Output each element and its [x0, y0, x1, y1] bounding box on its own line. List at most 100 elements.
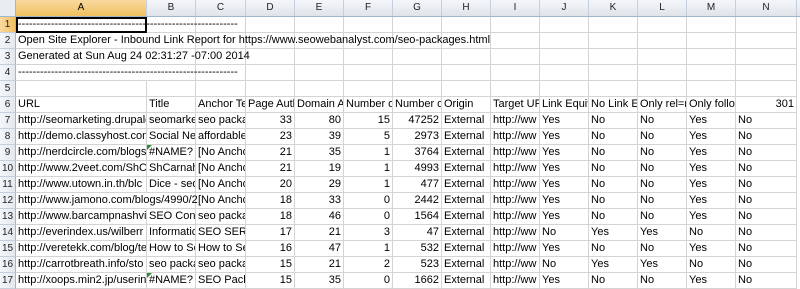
- column-header-d[interactable]: D: [246, 0, 295, 16]
- table-cell[interactable]: No: [638, 177, 687, 193]
- table-cell[interactable]: No: [736, 241, 797, 257]
- row-header[interactable]: 13: [0, 209, 16, 225]
- table-cell[interactable]: [442, 65, 491, 81]
- table-cell[interactable]: External: [442, 209, 491, 225]
- table-cell[interactable]: 4993: [393, 161, 442, 177]
- table-cell[interactable]: [589, 81, 638, 97]
- table-cell[interactable]: 523: [393, 257, 442, 273]
- table-cell[interactable]: 21: [295, 225, 344, 241]
- table-cell[interactable]: Open Site Explorer - Inbound Link Report…: [16, 33, 490, 49]
- table-cell[interactable]: [540, 81, 589, 97]
- table-cell[interactable]: No: [638, 161, 687, 177]
- table-cell[interactable]: Yes: [638, 257, 687, 273]
- row-header[interactable]: 1: [0, 17, 16, 33]
- table-cell[interactable]: 2: [344, 257, 393, 273]
- table-cell[interactable]: External: [442, 161, 491, 177]
- table-cell[interactable]: 532: [393, 241, 442, 257]
- table-cell[interactable]: [No Ancho: [196, 177, 246, 193]
- row-header[interactable]: 12: [0, 193, 16, 209]
- table-cell[interactable]: [540, 65, 589, 81]
- table-cell[interactable]: External: [442, 241, 491, 257]
- table-cell[interactable]: [638, 17, 687, 33]
- table-cell[interactable]: [393, 49, 442, 65]
- table-cell[interactable]: #NAME?: [147, 145, 196, 161]
- table-cell[interactable]: http://veretekk.com/blog/te: [16, 241, 147, 257]
- table-cell[interactable]: http://ww: [491, 193, 540, 209]
- table-cell[interactable]: No: [638, 113, 687, 129]
- column-header-h[interactable]: H: [442, 0, 491, 16]
- column-header-b[interactable]: B: [147, 0, 196, 16]
- table-cell[interactable]: No: [589, 273, 638, 289]
- table-cell[interactable]: 1564: [393, 209, 442, 225]
- table-cell[interactable]: No: [736, 193, 797, 209]
- table-cell[interactable]: Yes: [687, 113, 736, 129]
- table-cell[interactable]: No: [638, 241, 687, 257]
- row-header[interactable]: 8: [0, 129, 16, 145]
- table-cell[interactable]: 1: [344, 177, 393, 193]
- table-cell[interactable]: http://ww: [491, 209, 540, 225]
- table-cell[interactable]: [16, 81, 147, 97]
- table-cell[interactable]: No: [736, 257, 797, 273]
- table-cell[interactable]: [344, 81, 393, 97]
- row-header[interactable]: 9: [0, 145, 16, 161]
- select-all-corner[interactable]: [0, 0, 16, 16]
- table-cell[interactable]: 0: [344, 193, 393, 209]
- table-cell[interactable]: No: [589, 129, 638, 145]
- table-cell[interactable]: SEO SERVI: [196, 225, 246, 241]
- column-header-j[interactable]: J: [540, 0, 589, 16]
- table-cell[interactable]: No: [736, 145, 797, 161]
- table-cell[interactable]: Yes: [540, 113, 589, 129]
- table-cell[interactable]: http://www.utown.in.th/blc: [16, 177, 147, 193]
- table-cell[interactable]: [246, 49, 295, 65]
- table-cell[interactable]: 17: [246, 225, 295, 241]
- table-cell[interactable]: External: [442, 113, 491, 129]
- table-cell[interactable]: 301: [736, 97, 797, 113]
- table-cell[interactable]: Yes: [540, 145, 589, 161]
- table-cell[interactable]: 477: [393, 177, 442, 193]
- table-cell[interactable]: ----------------------------------------…: [16, 65, 238, 81]
- table-cell[interactable]: [736, 17, 797, 33]
- table-cell[interactable]: 35: [295, 273, 344, 289]
- table-cell[interactable]: External: [442, 177, 491, 193]
- table-cell[interactable]: Yes: [687, 241, 736, 257]
- table-cell[interactable]: [295, 49, 344, 65]
- table-cell[interactable]: [687, 81, 736, 97]
- table-cell[interactable]: [344, 65, 393, 81]
- column-header-n[interactable]: N: [736, 0, 797, 16]
- table-cell[interactable]: No: [589, 113, 638, 129]
- column-header-k[interactable]: K: [589, 0, 638, 16]
- table-cell[interactable]: Yes: [687, 145, 736, 161]
- row-header[interactable]: 4: [0, 65, 16, 81]
- column-header-a[interactable]: A: [16, 0, 147, 16]
- row-header[interactable]: 6: [0, 97, 16, 113]
- table-cell[interactable]: http://www.barcampnashvil: [16, 209, 147, 225]
- table-cell[interactable]: Yes: [589, 257, 638, 273]
- table-cell[interactable]: seo packa: [147, 257, 196, 273]
- table-cell[interactable]: [540, 17, 589, 33]
- table-cell[interactable]: [589, 33, 638, 49]
- table-cell[interactable]: Target URI: [491, 97, 540, 113]
- table-cell[interactable]: [736, 81, 797, 97]
- table-cell[interactable]: 15: [246, 257, 295, 273]
- table-cell[interactable]: http://seomarketing.drupalg: [16, 113, 147, 129]
- table-cell[interactable]: 21: [246, 145, 295, 161]
- table-cell[interactable]: http://ww: [491, 113, 540, 129]
- table-cell[interactable]: http://ww: [491, 225, 540, 241]
- table-cell[interactable]: No Link Ec: [589, 97, 638, 113]
- table-cell[interactable]: 18: [246, 193, 295, 209]
- table-cell[interactable]: [196, 81, 246, 97]
- table-cell[interactable]: [295, 81, 344, 97]
- table-cell[interactable]: [638, 49, 687, 65]
- table-cell[interactable]: [442, 49, 491, 65]
- table-cell[interactable]: 33: [246, 113, 295, 129]
- table-cell[interactable]: [540, 49, 589, 65]
- table-cell[interactable]: 5: [344, 129, 393, 145]
- table-cell[interactable]: No: [736, 273, 797, 289]
- table-cell[interactable]: 47: [295, 241, 344, 257]
- table-cell[interactable]: [246, 81, 295, 97]
- table-cell[interactable]: Yes: [540, 209, 589, 225]
- table-cell[interactable]: No: [736, 177, 797, 193]
- table-cell[interactable]: http://ww: [491, 145, 540, 161]
- table-cell[interactable]: [687, 17, 736, 33]
- table-cell[interactable]: 80: [295, 113, 344, 129]
